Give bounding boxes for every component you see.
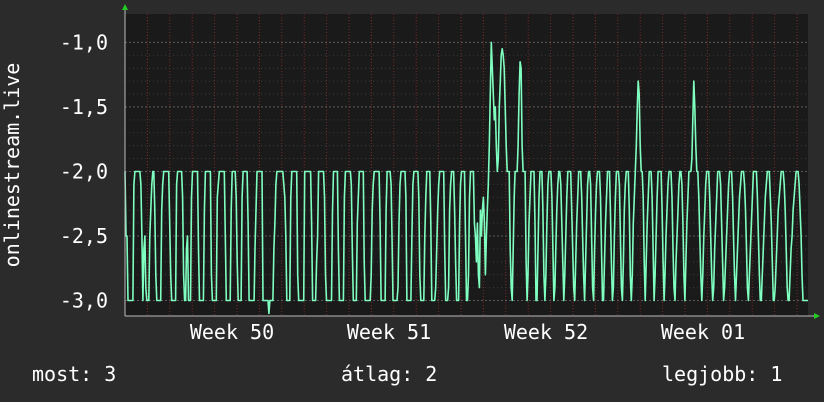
y-axis-arrow <box>122 4 128 10</box>
x-tick-label: Week 01 <box>661 320 745 344</box>
line-chart: -1,0-1,5-2,0-2,5-3,0 Week 50 Week 51 Week … <box>0 4 820 344</box>
y-tick-label: -1,5 <box>60 95 108 119</box>
y-tick-label: -2,5 <box>60 224 108 248</box>
x-tick-label: Week 52 <box>504 320 588 344</box>
x-tick-label: Week 51 <box>347 320 431 344</box>
footer-current-value: most: 3 <box>32 362 117 386</box>
x-tick-label: Week 50 <box>190 320 274 344</box>
y-axis-ticks: -1,0 -1,5 -2,0 -2,5 -3,0 <box>60 30 108 312</box>
chart-container: -1,0 -1,5 -2,0 -2,5 -3,0 Week 50 Week 51 Week … <box>0 0 824 402</box>
x-axis-ticks: Week 50 Week 51 Week 52 Week 01 <box>190 320 745 344</box>
y-tick-label: -3,0 <box>60 289 108 313</box>
x-axis-arrow <box>814 313 820 319</box>
y-tick-label: -1,0 <box>60 30 108 54</box>
y-tick-label: -2,0 <box>60 159 108 183</box>
footer-average-value: átlag: 2 <box>341 362 438 386</box>
y-axis-label: onlinestream.live <box>0 63 24 268</box>
footer-best-value: legjobb: 1 <box>662 362 783 386</box>
